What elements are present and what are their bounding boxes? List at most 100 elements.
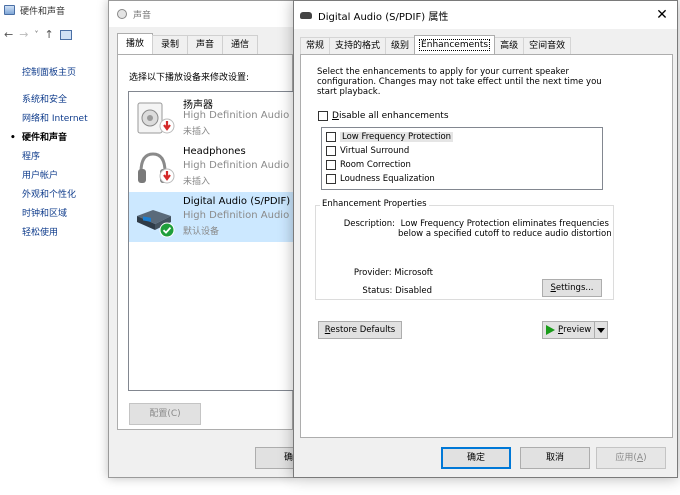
sidebar-link-programs[interactable]: 程序	[8, 148, 108, 167]
disable-all-label-rest: isable all enhancements	[338, 111, 449, 121]
sound-tabs: 播放 录制 声音 通信	[117, 33, 259, 55]
play-icon	[546, 325, 555, 335]
description-value: Low Frequency Protection eliminates freq…	[398, 219, 612, 239]
playback-device-list[interactable]: 扬声器 High Definition Audio D 未插入 Headphon…	[128, 91, 298, 391]
apply-label-end: )	[643, 453, 647, 463]
sidebar-link-appearance[interactable]: 外观和个性化	[8, 186, 108, 205]
enhancements-list[interactable]: Low Frequency Protection Virtual Surroun…	[321, 127, 603, 190]
list-item-speaker[interactable]: 扬声器 High Definition Audio D 未插入	[129, 92, 297, 142]
list-item-headphones[interactable]: Headphones High Definition Audio D 未插入	[129, 142, 297, 192]
description-line-1: Low Frequency Protection eliminates freq…	[400, 219, 609, 229]
enhancement-label: Room Correction	[340, 160, 411, 170]
status-label: Status: Disabled	[362, 286, 432, 296]
recent-chevron-down-icon[interactable]: ˅	[34, 30, 38, 39]
tab-levels[interactable]: 级别	[385, 37, 416, 54]
device-name: 扬声器	[183, 100, 213, 111]
ok-button[interactable]: 确定	[441, 447, 511, 469]
restore-label-rest: estore Defaults	[330, 325, 396, 335]
description-line-2: below a specified cutoff to reduce audio…	[398, 229, 612, 239]
enhancements-description: Select the enhancements to apply for you…	[317, 67, 602, 97]
properties-dialog: Digital Audio (S/PDIF) 属性 ✕ 常规 支持的格式 级别 …	[293, 0, 678, 478]
device-driver: High Definition Audio D	[183, 160, 298, 171]
digital-audio-small-icon	[300, 11, 312, 19]
enhancement-properties-group: Enhancement Properties Description: Low …	[315, 199, 614, 300]
properties-titlebar: Digital Audio (S/PDIF) 属性 ✕	[294, 1, 677, 29]
device-name: Headphones	[183, 146, 246, 157]
checkbox-box[interactable]	[326, 174, 336, 184]
description-label: Description:	[343, 219, 395, 229]
settings-button[interactable]: Settings...	[542, 279, 602, 297]
cancel-button[interactable]: 取消	[520, 447, 590, 469]
enhancement-label: Virtual Surround	[340, 146, 410, 156]
tab-recording[interactable]: 录制	[152, 35, 189, 54]
list-item-digital-audio[interactable]: Digital Audio (S/PDIF) High Definition A…	[129, 192, 297, 242]
tab-spatial-sound[interactable]: 空间音效	[523, 37, 572, 54]
tab-supported-formats[interactable]: 支持的格式	[329, 37, 387, 54]
up-arrow-icon[interactable]: ↑	[44, 28, 53, 41]
sound-icon	[117, 9, 127, 19]
device-status: 未插入	[183, 177, 211, 187]
tab-enhancements-label: Enhancements	[419, 39, 491, 51]
device-driver: High Definition Audio D	[183, 210, 298, 221]
control-panel-icon	[4, 5, 15, 15]
checkbox-box[interactable]	[326, 132, 336, 142]
back-arrow-icon[interactable]: ←	[4, 28, 13, 41]
checkbox-box[interactable]	[326, 160, 336, 170]
preview-split-button[interactable]: Preview	[542, 321, 608, 339]
disable-all-checkbox[interactable]: Disable all enhancements	[318, 111, 449, 121]
checkbox-box[interactable]	[326, 146, 336, 156]
preview-label-rest: review	[563, 325, 592, 335]
tab-general[interactable]: 常规	[300, 37, 331, 54]
properties-tabs: 常规 支持的格式 级别 Enhancements 高级 空间音效	[300, 35, 572, 55]
disable-all-mnemonic: D	[332, 111, 339, 121]
disable-all-label: Disable all enhancements	[332, 111, 449, 121]
control-panel-sidebar: 控制面板主页 系统和安全 网络和 Internet 硬件和声音 程序 用户帐户 …	[8, 64, 108, 243]
list-item-enhancement[interactable]: Loudness Equalization	[322, 172, 602, 186]
sidebar-link-security[interactable]: 系统和安全	[8, 91, 108, 110]
enhancement-label: Low Frequency Protection	[340, 132, 454, 142]
list-item-enhancement[interactable]: Virtual Surround	[322, 144, 602, 158]
sound-dialog: 声音 播放 录制 声音 通信 选择以下播放设备来修改设置: 扬声器 High D…	[108, 0, 298, 478]
provider-label: Provider: Microsoft	[353, 268, 433, 278]
forward-arrow-icon[interactable]: →	[19, 28, 28, 41]
unplugged-badge-icon	[159, 168, 175, 184]
device-driver: High Definition Audio D	[183, 110, 298, 121]
enhancement-properties-legend: Enhancement Properties	[320, 199, 429, 209]
tab-sounds[interactable]: 声音	[187, 35, 224, 54]
device-status: 默认设备	[183, 227, 220, 237]
settings-label-rest: ettings...	[555, 283, 594, 293]
sound-dialog-titlebar: 声音	[109, 1, 293, 27]
sound-ok-label: 确	[284, 453, 294, 463]
preview-dropdown-button[interactable]	[595, 322, 607, 338]
properties-title: Digital Audio (S/PDIF) 属性	[318, 11, 449, 23]
sidebar-link-clock-region[interactable]: 时钟和区域	[8, 205, 108, 224]
close-icon[interactable]: ✕	[647, 1, 677, 29]
tab-advanced[interactable]: 高级	[494, 37, 525, 54]
enhancements-panel: Select the enhancements to apply for you…	[300, 54, 673, 438]
preview-button[interactable]: Preview	[543, 322, 595, 338]
sidebar-link-ease-of-access[interactable]: 轻松使用	[8, 224, 108, 243]
apply-button[interactable]: 应用(A)	[596, 447, 666, 469]
list-item-enhancement[interactable]: Room Correction	[322, 158, 602, 172]
device-status: 未插入	[183, 127, 211, 137]
tab-enhancements[interactable]: Enhancements	[414, 35, 496, 54]
configure-button[interactable]: 配置(C)	[129, 403, 201, 425]
control-panel-home-link[interactable]: 控制面板主页	[8, 64, 108, 83]
sidebar-link-user-accounts[interactable]: 用户帐户	[8, 167, 108, 186]
restore-defaults-button[interactable]: Restore Defaults	[318, 321, 402, 339]
sound-ok-button[interactable]: 确	[255, 447, 295, 469]
checkbox-box[interactable]	[318, 111, 328, 121]
control-panel-title: 硬件和声音	[20, 6, 66, 17]
unplugged-badge-icon	[159, 118, 175, 134]
apply-label: 应用(	[615, 453, 637, 463]
sound-dialog-title: 声音	[133, 10, 152, 21]
tab-communications[interactable]: 通信	[222, 35, 259, 54]
sidebar-link-hardware-sound[interactable]: 硬件和声音	[8, 129, 108, 148]
list-item-enhancement[interactable]: Low Frequency Protection	[322, 130, 602, 144]
default-check-icon	[159, 222, 175, 238]
playback-instruction: 选择以下播放设备来修改设置:	[129, 73, 250, 83]
navigation-bar: ← → ˅ ↑	[4, 28, 72, 41]
sidebar-link-network[interactable]: 网络和 Internet	[8, 110, 108, 129]
tab-playback[interactable]: 播放	[117, 33, 154, 54]
computer-icon	[59, 29, 72, 40]
